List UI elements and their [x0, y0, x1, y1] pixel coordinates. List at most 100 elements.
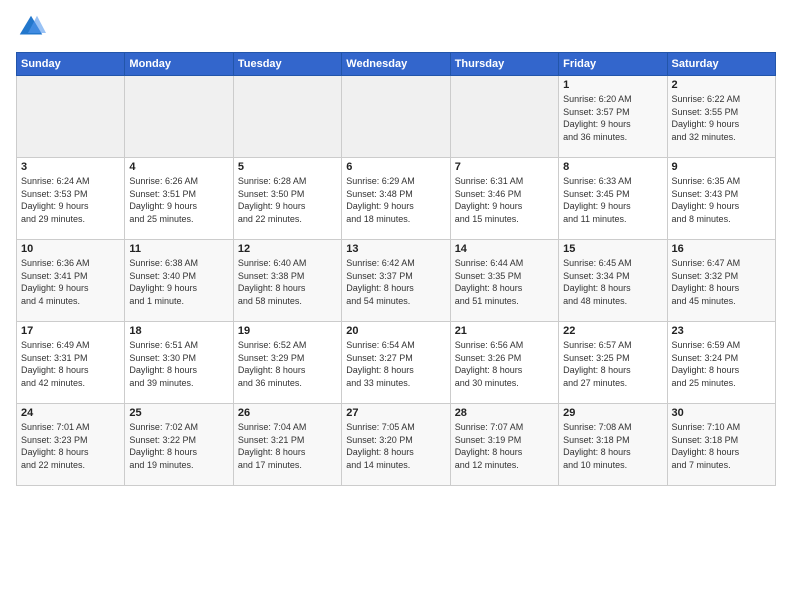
day-number: 30 [672, 407, 771, 419]
calendar-body: 1 Sunrise: 6:20 AMSunset: 3:57 PMDaylight… [17, 76, 776, 486]
header-cell-friday: Friday [559, 53, 667, 76]
day-number: 29 [563, 407, 662, 419]
calendar-table: SundayMondayTuesdayWednesdayThursdayFrid… [16, 52, 776, 486]
day-cell: 1 Sunrise: 6:20 AMSunset: 3:57 PMDaylight… [559, 76, 667, 158]
day-info: Sunrise: 6:49 AMSunset: 3:31 PMDaylight:… [21, 339, 120, 389]
day-cell: 21Sunrise: 6:56 AMSunset: 3:26 PMDayligh… [450, 322, 558, 404]
logo-icon [16, 12, 46, 42]
day-number: 14 [455, 243, 554, 255]
header-cell-sunday: Sunday [17, 53, 125, 76]
day-cell: 29 Sunrise: 7:08 AMSunset: 3:18 PMDayligh… [559, 404, 667, 486]
day-info: Sunrise: 6:38 AMSunset: 3:40 PMDaylight:… [129, 257, 228, 307]
header [16, 12, 776, 42]
day-cell: 25 Sunrise: 7:02 AMSunset: 3:22 PMDayligh… [125, 404, 233, 486]
day-info: Sunrise: 7:04 AMSunset: 3:21 PMDaylight:… [238, 421, 337, 471]
header-cell-wednesday: Wednesday [342, 53, 450, 76]
day-number: 5 [238, 161, 337, 173]
day-info: Sunrise: 6:40 AMSunset: 3:38 PMDaylight:… [238, 257, 337, 307]
day-number: 10 [21, 243, 120, 255]
day-cell: 5 Sunrise: 6:28 AMSunset: 3:50 PMDaylight… [233, 158, 341, 240]
day-cell: 26 Sunrise: 7:04 AMSunset: 3:21 PMDayligh… [233, 404, 341, 486]
day-info: Sunrise: 7:10 AMSunset: 3:18 PMDaylight:… [672, 421, 771, 471]
day-cell: 17 Sunrise: 6:49 AMSunset: 3:31 PMDayligh… [17, 322, 125, 404]
day-number: 7 [455, 161, 554, 173]
day-info: Sunrise: 6:54 AMSunset: 3:27 PMDaylight:… [346, 339, 445, 389]
day-number: 2 [672, 79, 771, 91]
calendar-header: SundayMondayTuesdayWednesdayThursdayFrid… [17, 53, 776, 76]
day-cell: 30 Sunrise: 7:10 AMSunset: 3:18 PMDayligh… [667, 404, 775, 486]
day-number: 1 [563, 79, 662, 91]
day-info: Sunrise: 6:20 AMSunset: 3:57 PMDaylight:… [563, 93, 662, 143]
week-row-2: 10 Sunrise: 6:36 AMSunset: 3:41 PMDayligh… [17, 240, 776, 322]
day-info: Sunrise: 6:57 AMSunset: 3:25 PMDaylight:… [563, 339, 662, 389]
day-cell: 6 Sunrise: 6:29 AMSunset: 3:48 PMDaylight… [342, 158, 450, 240]
header-cell-thursday: Thursday [450, 53, 558, 76]
day-cell [342, 76, 450, 158]
day-cell: 22 Sunrise: 6:57 AMSunset: 3:25 PMDayligh… [559, 322, 667, 404]
day-number: 15 [563, 243, 662, 255]
day-info: Sunrise: 6:45 AMSunset: 3:34 PMDaylight:… [563, 257, 662, 307]
day-cell: 7Sunrise: 6:31 AMSunset: 3:46 PMDaylight… [450, 158, 558, 240]
page: SundayMondayTuesdayWednesdayThursdayFrid… [0, 0, 792, 612]
day-cell: 19 Sunrise: 6:52 AMSunset: 3:29 PMDayligh… [233, 322, 341, 404]
day-info: Sunrise: 6:59 AMSunset: 3:24 PMDaylight:… [672, 339, 771, 389]
day-number: 20 [346, 325, 445, 337]
day-number: 12 [238, 243, 337, 255]
day-number: 24 [21, 407, 120, 419]
day-number: 28 [455, 407, 554, 419]
day-number: 4 [129, 161, 228, 173]
day-cell: 18Sunrise: 6:51 AMSunset: 3:30 PMDayligh… [125, 322, 233, 404]
day-info: Sunrise: 6:29 AMSunset: 3:48 PMDaylight:… [346, 175, 445, 225]
day-info: Sunrise: 6:36 AMSunset: 3:41 PMDaylight:… [21, 257, 120, 307]
day-cell [125, 76, 233, 158]
day-number: 11 [129, 243, 228, 255]
day-info: Sunrise: 6:28 AMSunset: 3:50 PMDaylight:… [238, 175, 337, 225]
day-info: Sunrise: 7:08 AMSunset: 3:18 PMDaylight:… [563, 421, 662, 471]
day-number: 25 [129, 407, 228, 419]
day-info: Sunrise: 6:22 AMSunset: 3:55 PMDaylight:… [672, 93, 771, 143]
day-cell: 28 Sunrise: 7:07 AMSunset: 3:19 PMDayligh… [450, 404, 558, 486]
day-number: 22 [563, 325, 662, 337]
day-info: Sunrise: 6:56 AMSunset: 3:26 PMDaylight:… [455, 339, 554, 389]
day-info: Sunrise: 7:02 AMSunset: 3:22 PMDaylight:… [129, 421, 228, 471]
day-number: 23 [672, 325, 771, 337]
day-number: 3 [21, 161, 120, 173]
day-cell: 23 Sunrise: 6:59 AMSunset: 3:24 PMDayligh… [667, 322, 775, 404]
header-row: SundayMondayTuesdayWednesdayThursdayFrid… [17, 53, 776, 76]
day-cell: 9Sunrise: 6:35 AMSunset: 3:43 PMDaylight… [667, 158, 775, 240]
day-cell: 10 Sunrise: 6:36 AMSunset: 3:41 PMDayligh… [17, 240, 125, 322]
header-cell-monday: Monday [125, 53, 233, 76]
day-number: 16 [672, 243, 771, 255]
header-cell-saturday: Saturday [667, 53, 775, 76]
day-cell: 20 Sunrise: 6:54 AMSunset: 3:27 PMDayligh… [342, 322, 450, 404]
day-info: Sunrise: 6:52 AMSunset: 3:29 PMDaylight:… [238, 339, 337, 389]
day-number: 19 [238, 325, 337, 337]
day-number: 26 [238, 407, 337, 419]
day-info: Sunrise: 6:24 AMSunset: 3:53 PMDaylight:… [21, 175, 120, 225]
day-cell: 3 Sunrise: 6:24 AMSunset: 3:53 PMDaylight… [17, 158, 125, 240]
day-cell: 27Sunrise: 7:05 AMSunset: 3:20 PMDayligh… [342, 404, 450, 486]
day-info: Sunrise: 6:44 AMSunset: 3:35 PMDaylight:… [455, 257, 554, 307]
day-cell: 15 Sunrise: 6:45 AMSunset: 3:34 PMDayligh… [559, 240, 667, 322]
day-info: Sunrise: 6:35 AMSunset: 3:43 PMDaylight:… [672, 175, 771, 225]
day-info: Sunrise: 7:07 AMSunset: 3:19 PMDaylight:… [455, 421, 554, 471]
day-number: 13 [346, 243, 445, 255]
week-row-0: 1 Sunrise: 6:20 AMSunset: 3:57 PMDaylight… [17, 76, 776, 158]
day-info: Sunrise: 6:26 AMSunset: 3:51 PMDaylight:… [129, 175, 228, 225]
day-cell [233, 76, 341, 158]
week-row-1: 3 Sunrise: 6:24 AMSunset: 3:53 PMDaylight… [17, 158, 776, 240]
day-cell: 13Sunrise: 6:42 AMSunset: 3:37 PMDayligh… [342, 240, 450, 322]
day-info: Sunrise: 6:47 AMSunset: 3:32 PMDaylight:… [672, 257, 771, 307]
day-cell [450, 76, 558, 158]
logo [16, 12, 50, 42]
day-number: 8 [563, 161, 662, 173]
day-info: Sunrise: 6:33 AMSunset: 3:45 PMDaylight:… [563, 175, 662, 225]
day-info: Sunrise: 6:51 AMSunset: 3:30 PMDaylight:… [129, 339, 228, 389]
day-cell: 4 Sunrise: 6:26 AMSunset: 3:51 PMDaylight… [125, 158, 233, 240]
day-number: 6 [346, 161, 445, 173]
day-number: 17 [21, 325, 120, 337]
day-cell: 14 Sunrise: 6:44 AMSunset: 3:35 PMDayligh… [450, 240, 558, 322]
day-cell: 11 Sunrise: 6:38 AMSunset: 3:40 PMDayligh… [125, 240, 233, 322]
header-cell-tuesday: Tuesday [233, 53, 341, 76]
day-cell: 24Sunrise: 7:01 AMSunset: 3:23 PMDayligh… [17, 404, 125, 486]
